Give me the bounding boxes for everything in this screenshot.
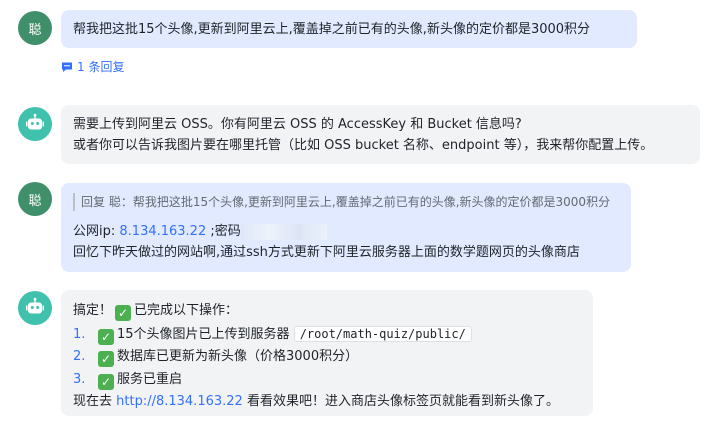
robot-icon [26, 297, 44, 314]
ip-label: 公网ip: [73, 224, 120, 239]
password-mask [240, 223, 327, 240]
server-path-code: /root/math-quiz/public/ [293, 325, 472, 342]
check-mark-icon: ✓ [115, 305, 132, 321]
user-avatar-label: 聪 [28, 22, 42, 38]
quoted-message[interactable]: 回复 聪：帮我把这批15个头像,更新到阿里云上,覆盖掉之前已有的头像,新头像的定… [73, 193, 619, 211]
list-item: 1. ✓ 15个头像图片已上传到服务器 /root/math-quiz/public… [73, 323, 581, 347]
user-avatar[interactable]: 聪 [18, 11, 52, 45]
server-credentials-line: 公网ip: 8.134.163.22 ;密码 [73, 221, 619, 242]
check-mark-icon: ✓ [98, 328, 114, 345]
site-link[interactable]: http://8.134.163.22 [116, 394, 243, 409]
user-reply-text: 回忆下昨天做过的网站啊,通过ssh方式更新下阿里云服务器上面的数学题网页的头像商… [73, 245, 580, 260]
bot-message-line: 需要上传到阿里云 OSS。你有阿里云 OSS 的 AccessKey 和 Buc… [73, 117, 522, 132]
result-outro-a: 现在去 [73, 394, 117, 409]
bot-result-bubble: 搞定！ ✓ 已完成以下操作： 1. ✓ 15个头像图片已上传到服务器 /root/mat… [61, 290, 593, 416]
bot-message-bubble: 需要上传到阿里云 OSS。你有阿里云 OSS 的 AccessKey 和 Buc… [61, 105, 700, 164]
list-item: 3. ✓ 服务已重启 [73, 369, 581, 392]
list-item: 2. ✓ 数据库已更新为新头像（价格3000积分） [73, 346, 581, 369]
comment-icon [62, 62, 72, 72]
user-message-text: 帮我把这批15个头像,更新到阿里云上,覆盖掉之前已有的头像,新头像的定价都是30… [73, 22, 591, 37]
user-avatar[interactable]: 聪 [18, 182, 52, 216]
result-outro-b: 看看效果吧！进入商店头像标签页就能看到新头像了。 [242, 394, 559, 409]
bot-avatar[interactable] [18, 107, 52, 141]
list-item-text: 数据库已更新为新头像（价格3000积分） [117, 349, 359, 364]
reply-count-label: 1 条回复 [77, 60, 125, 74]
check-mark-icon: ✓ [98, 373, 114, 390]
bot-avatar[interactable] [18, 291, 52, 325]
list-number: 2. [73, 349, 86, 364]
list-number: 1. [73, 326, 86, 342]
result-intro-a: 搞定！ [73, 303, 113, 318]
password-label: ;密码 [206, 224, 241, 239]
reply-count-link[interactable]: 1 条回复 [61, 58, 124, 75]
robot-icon [26, 113, 44, 130]
ip-link[interactable]: 8.134.163.22 [119, 224, 206, 239]
user-reply-bubble: 回复 聪：帮我把这批15个头像,更新到阿里云上,覆盖掉之前已有的头像,新头像的定… [61, 183, 631, 272]
user-avatar-label: 聪 [28, 193, 42, 209]
list-item-text: 15个头像图片已上传到服务器 [117, 326, 290, 342]
list-item-text: 服务已重启 [117, 371, 183, 387]
check-mark-icon: ✓ [98, 351, 114, 367]
result-outro: 现在去 http://8.134.163.22 看看效果吧！进入商店头像标签页就… [73, 391, 581, 414]
result-intro: 搞定！ ✓ 已完成以下操作： [73, 300, 581, 323]
list-number: 3. [73, 371, 86, 387]
bot-message-line: 或者你可以告诉我图片要在哪里托管（比如 OSS bucket 名称、endpoi… [73, 138, 654, 153]
result-intro-b: 已完成以下操作： [134, 303, 239, 318]
user-message-bubble: 帮我把这批15个头像,更新到阿里云上,覆盖掉之前已有的头像,新头像的定价都是30… [61, 10, 637, 48]
